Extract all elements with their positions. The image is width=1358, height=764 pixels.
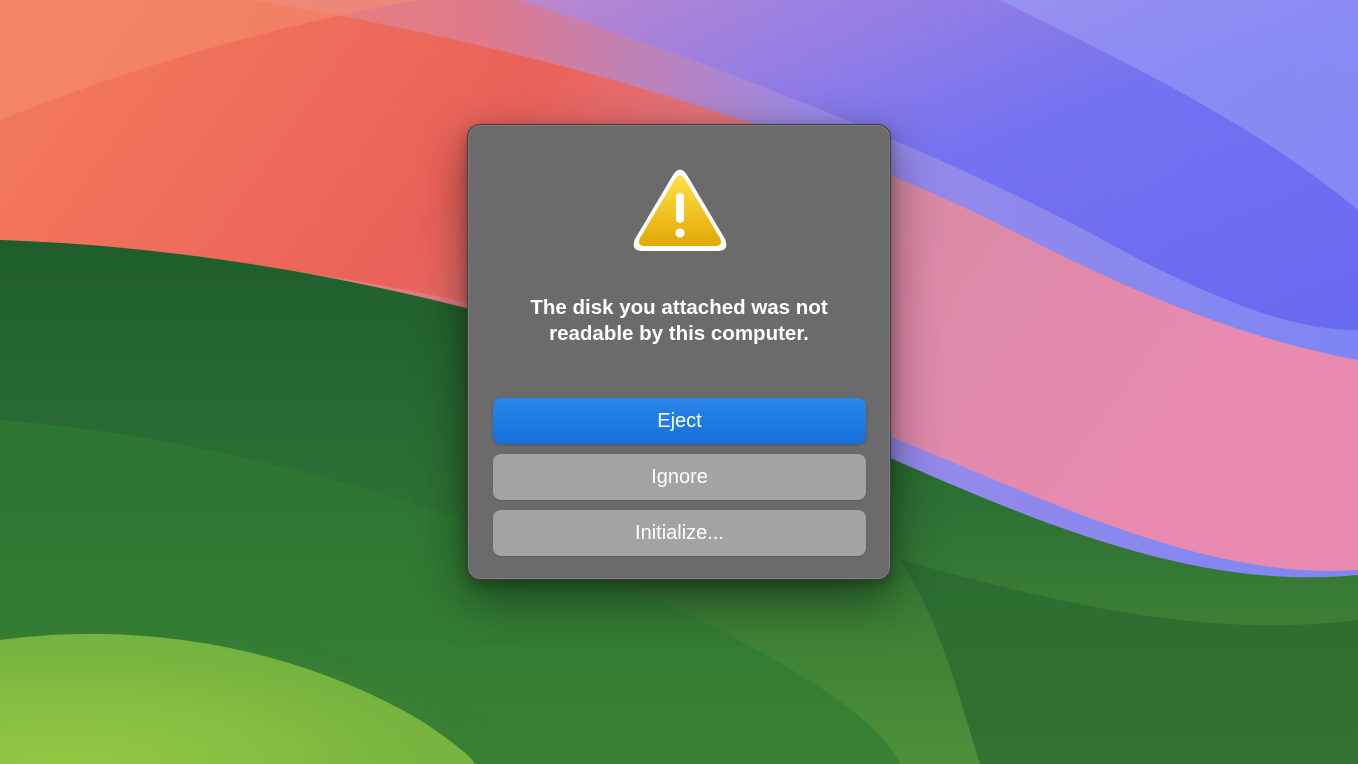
initialize-button[interactable]: Initialize...	[493, 510, 866, 556]
eject-button[interactable]: Eject	[493, 398, 866, 444]
disk-alert-dialog: The disk you attached was not readable b…	[467, 124, 891, 580]
ignore-button[interactable]: Ignore	[493, 454, 866, 500]
warning-triangle-icon	[633, 169, 727, 251]
alert-message: The disk you attached was not readable b…	[530, 296, 828, 345]
